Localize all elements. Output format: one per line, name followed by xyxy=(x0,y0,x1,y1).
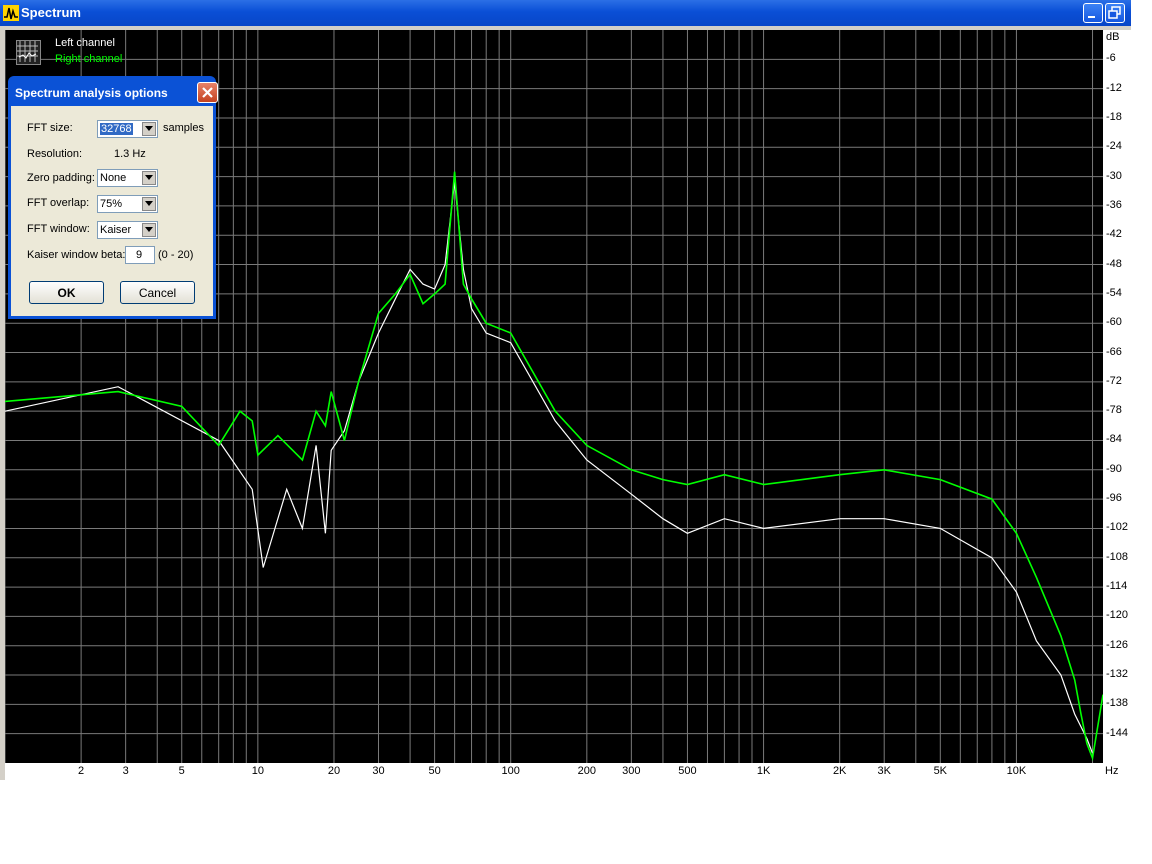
y-tick-label: -24 xyxy=(1106,140,1122,153)
y-tick-label: -12 xyxy=(1106,81,1122,94)
chevron-down-icon[interactable] xyxy=(142,122,156,136)
zero-padding-label: Zero padding: xyxy=(27,172,95,184)
x-tick-label: 50 xyxy=(428,765,441,777)
x-tick-label: 30 xyxy=(372,765,385,777)
minimize-icon xyxy=(1088,16,1095,18)
ok-button[interactable]: OK xyxy=(29,281,104,304)
fft-size-label: FFT size: xyxy=(27,122,73,134)
fft-overlap-label: FFT overlap: xyxy=(27,197,90,209)
resolution-label: Resolution: xyxy=(27,148,83,160)
x-axis-unit: Hz xyxy=(1105,765,1119,777)
y-tick-label: -114 xyxy=(1106,580,1128,593)
dialog-title: Spectrum analysis options xyxy=(15,86,168,100)
spectrum-grid-icon[interactable] xyxy=(16,40,41,65)
y-tick-label: -18 xyxy=(1106,110,1122,123)
y-tick-label: -90 xyxy=(1106,462,1122,475)
y-tick-label: -78 xyxy=(1106,404,1122,417)
legend-right-channel[interactable]: Right channel xyxy=(55,53,122,65)
resolution-value: 1.3 Hz xyxy=(114,148,146,160)
y-tick-label: -102 xyxy=(1106,521,1129,534)
x-tick-label: 5K xyxy=(933,765,948,777)
minimize-button[interactable] xyxy=(1083,3,1103,23)
fft-window-value: Kaiser xyxy=(100,224,132,236)
y-axis: dB -6 -12 -18 -24 -30 -36 -42 -48 -54 -60 -66 -72 -78… xyxy=(1103,30,1131,763)
fft-window-label: FFT window: xyxy=(27,223,90,235)
chevron-down-icon[interactable] xyxy=(142,223,156,237)
x-tick-label: 5 xyxy=(178,765,185,777)
y-tick-label: -54 xyxy=(1106,286,1122,299)
y-tick-label: -30 xyxy=(1106,169,1122,182)
x-tick-label: 2K xyxy=(832,765,847,777)
spectrum-options-dialog: Spectrum analysis options FFT size: 3276… xyxy=(8,76,218,319)
restore-icon xyxy=(1108,6,1121,19)
y-tick-label: -96 xyxy=(1106,492,1122,505)
dialog-close-button[interactable] xyxy=(197,82,218,103)
y-tick-label: -48 xyxy=(1106,257,1122,270)
y-tick-label: -36 xyxy=(1106,198,1122,211)
y-tick-label: -84 xyxy=(1106,433,1122,446)
y-tick-label: -138 xyxy=(1106,697,1129,710)
x-tick-label: 3K xyxy=(877,765,891,777)
zero-padding-select[interactable]: None xyxy=(97,169,158,187)
kaiser-beta-label: Kaiser window beta: xyxy=(27,249,126,261)
spectrum-window: Spectrum dB -6 -12 -18 -24 -30 -36 -42 -48 -54 -60… xyxy=(0,0,1131,780)
title-bar[interactable]: Spectrum xyxy=(0,0,1131,26)
y-tick-label: -132 xyxy=(1106,668,1129,681)
kaiser-beta-value: 9 xyxy=(136,249,143,261)
y-tick-label: -72 xyxy=(1106,374,1122,387)
x-axis: 2 3 5 10 20 30 50 100 200 300 500 1K 2K 3K 5K 10K Hz xyxy=(5,763,1131,780)
window-title: Spectrum xyxy=(21,5,81,20)
y-tick-label: -126 xyxy=(1106,638,1129,651)
fft-overlap-select[interactable]: 75% xyxy=(97,195,158,213)
legend-left-channel[interactable]: Left channel xyxy=(55,37,115,49)
y-tick-label: -60 xyxy=(1106,316,1122,329)
y-tick-label: -120 xyxy=(1106,609,1129,622)
y-tick-label: -144 xyxy=(1106,726,1129,739)
chevron-down-icon[interactable] xyxy=(142,171,156,185)
kaiser-beta-input[interactable]: 9 xyxy=(125,246,155,264)
fft-size-select[interactable]: 32768 xyxy=(97,120,158,138)
y-tick-label: -108 xyxy=(1106,550,1129,563)
cancel-button[interactable]: Cancel xyxy=(120,281,195,304)
fft-window-select[interactable]: Kaiser xyxy=(97,221,158,239)
dialog-body: FFT size: 32768 samples Resolution: 1.3 … xyxy=(11,106,213,316)
x-tick-label: 10 xyxy=(251,765,264,777)
x-tick-label: 20 xyxy=(327,765,341,777)
kaiser-beta-range: (0 - 20) xyxy=(158,249,194,261)
y-axis-unit: dB xyxy=(1106,31,1120,43)
y-tick-label: -42 xyxy=(1106,228,1122,241)
x-tick-label: 10K xyxy=(1006,765,1027,777)
chevron-down-icon[interactable] xyxy=(142,197,156,211)
close-icon xyxy=(202,87,213,98)
fft-overlap-value: 75% xyxy=(100,198,123,210)
fft-size-unit: samples xyxy=(163,122,204,134)
x-tick-label: 200 xyxy=(577,765,596,777)
restore-button[interactable] xyxy=(1105,3,1125,23)
x-tick-label: 300 xyxy=(622,765,641,777)
zero-padding-value: None xyxy=(100,172,127,184)
fft-size-value: 32768 xyxy=(100,123,133,135)
x-tick-label: 100 xyxy=(501,765,520,777)
x-tick-label: 3 xyxy=(122,765,129,777)
y-tick-label: -6 xyxy=(1106,52,1116,65)
x-tick-label: 500 xyxy=(678,765,697,777)
y-tick-label: -66 xyxy=(1106,345,1122,358)
spectrum-app-icon xyxy=(3,5,19,21)
x-tick-label: 1K xyxy=(756,765,771,777)
x-tick-label: 2 xyxy=(78,765,85,777)
